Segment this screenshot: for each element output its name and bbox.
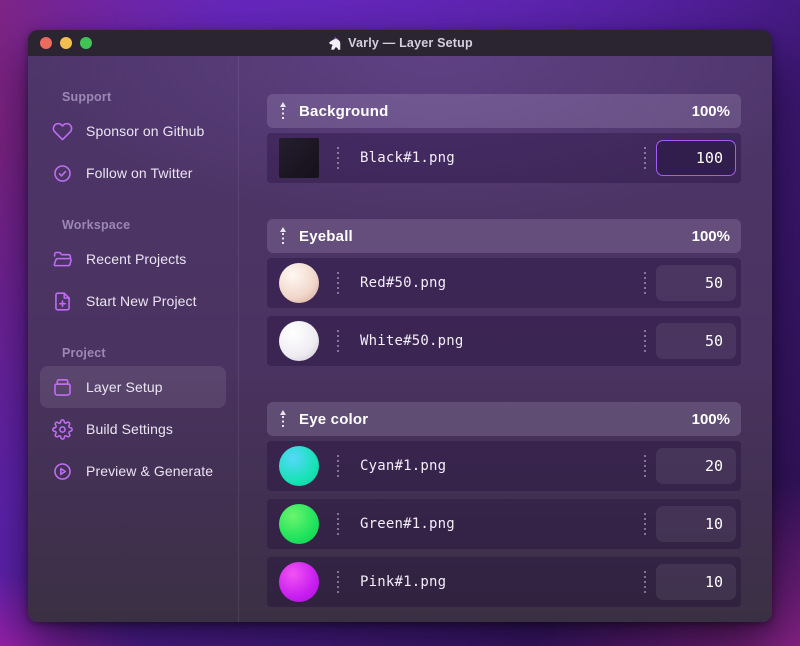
sidebar-item-sponsor-on-github[interactable]: Sponsor on Github: [40, 110, 226, 152]
layer-filename: Black#1.png: [360, 150, 455, 166]
layer-row-red-50-png[interactable]: Red#50.png: [267, 258, 741, 308]
file-plus-icon: [52, 291, 73, 312]
badge-check-icon: [52, 163, 73, 184]
sidebar-item-build-settings[interactable]: Build Settings: [40, 408, 226, 450]
close-window-button[interactable]: [40, 37, 52, 49]
layer-group-eye-color: Eye color 100% Cyan#1.png Green#1.png Pink#1…: [267, 402, 741, 607]
sidebar-section-label: Workspace: [62, 218, 131, 232]
sidebar-item-follow-on-twitter[interactable]: Follow on Twitter: [40, 152, 226, 194]
sidebar-section: Workspace Recent Projects Start New Projec…: [40, 218, 226, 322]
drag-handle-icon[interactable]: [278, 226, 288, 246]
layer-weight-input[interactable]: [656, 323, 736, 359]
layer-weight-input[interactable]: [656, 564, 736, 600]
separator-icon: [337, 272, 339, 294]
play-circle-icon: [52, 461, 73, 482]
layer-weight-input[interactable]: [656, 448, 736, 484]
sidebar-item-start-new-project[interactable]: Start New Project: [40, 280, 226, 322]
layer-row-green-1-png[interactable]: Green#1.png: [267, 499, 741, 549]
separator-icon: [644, 330, 646, 352]
layer-row-cyan-1-png[interactable]: Cyan#1.png: [267, 441, 741, 491]
folder-icon: [52, 249, 73, 270]
layer-thumbnail-red-50-png: [279, 263, 319, 303]
separator-icon: [644, 571, 646, 593]
separator-icon: [337, 147, 339, 169]
separator-icon: [337, 455, 339, 477]
layer-row-black-1-png[interactable]: Black#1.png: [267, 133, 741, 183]
zoom-window-button[interactable]: [80, 37, 92, 49]
sidebar-item-label: Recent Projects: [86, 251, 187, 267]
layer-group-eyeball: Eyeball 100% Red#50.png White#50.png: [267, 219, 741, 366]
sidebar-item-label: Follow on Twitter: [86, 165, 193, 181]
layer-filename: White#50.png: [360, 333, 464, 349]
separator-icon: [337, 513, 339, 535]
separator-icon: [644, 513, 646, 535]
unicorn-app-icon: [329, 36, 341, 50]
layer-group-name: Eye color: [299, 410, 369, 428]
sidebar-item-label: Sponsor on Github: [86, 123, 205, 139]
sidebar-section: Support Sponsor on Github Follow on Twitte…: [40, 90, 226, 194]
sidebar-item-label: Build Settings: [86, 421, 174, 437]
layer-group-header[interactable]: Eye color 100%: [267, 402, 741, 436]
app-window: Varly — Layer Setup Support Sponsor on Gi…: [28, 30, 772, 622]
layer-group-background: Background 100% Black#1.png: [267, 94, 741, 183]
sidebar-section-label: Support: [62, 90, 112, 104]
layer-row-pink-1-png[interactable]: Pink#1.png: [267, 557, 741, 607]
sidebar-section: Project Layer Setup Build Settings Preview …: [40, 346, 226, 492]
layers-archive-icon: [52, 377, 73, 398]
layer-filename: Cyan#1.png: [360, 458, 447, 474]
layer-group-weight: 100%: [691, 227, 730, 245]
gear-icon: [52, 418, 73, 440]
layer-group-weight: 100%: [691, 102, 730, 120]
sidebar-section-label: Project: [62, 346, 106, 360]
window-body: Support Sponsor on Github Follow on Twitte…: [28, 56, 772, 622]
sidebar-item-label: Preview & Generate: [86, 463, 214, 479]
layer-group-name: Eyeball: [299, 227, 353, 245]
separator-icon: [337, 330, 339, 352]
layer-filename: Green#1.png: [360, 516, 455, 532]
layer-group-header[interactable]: Eyeball 100%: [267, 219, 741, 253]
desktop-background: Varly — Layer Setup Support Sponsor on Gi…: [0, 0, 800, 646]
sidebar-item-label: Layer Setup: [86, 379, 163, 395]
titlebar: Varly — Layer Setup: [28, 30, 772, 56]
layer-thumbnail-black-1-png: [279, 138, 319, 178]
sidebar-item-recent-projects[interactable]: Recent Projects: [40, 238, 226, 280]
layer-group-name: Background: [299, 102, 389, 120]
sidebar-item-label: Start New Project: [86, 293, 197, 309]
sidebar-item-layer-setup[interactable]: Layer Setup: [40, 366, 226, 408]
heart-icon: [52, 121, 73, 142]
drag-handle-icon[interactable]: [278, 101, 288, 121]
separator-icon: [644, 455, 646, 477]
drag-handle-icon[interactable]: [278, 409, 288, 429]
window-title-area: Varly — Layer Setup: [327, 36, 473, 51]
layer-thumbnail-pink-1-png: [279, 562, 319, 602]
layer-row-white-50-png[interactable]: White#50.png: [267, 316, 741, 366]
layer-filename: Pink#1.png: [360, 574, 447, 590]
layer-list: Background 100% Black#1.png Eyeball 100% Red#…: [239, 56, 772, 622]
layer-filename: Red#50.png: [360, 275, 447, 291]
layer-group-header[interactable]: Background 100%: [267, 94, 741, 128]
sidebar-nav: Support Sponsor on Github Follow on Twitte…: [28, 56, 239, 622]
separator-icon: [644, 272, 646, 294]
layer-weight-input[interactable]: [656, 265, 736, 301]
separator-icon: [644, 147, 646, 169]
layer-thumbnail-cyan-1-png: [279, 446, 319, 486]
layer-group-weight: 100%: [691, 410, 730, 428]
layer-thumbnail-green-1-png: [279, 504, 319, 544]
layer-thumbnail-white-50-png: [279, 321, 319, 361]
layer-weight-input[interactable]: [656, 140, 736, 176]
layer-weight-input[interactable]: [656, 506, 736, 542]
window-title: Varly — Layer Setup: [348, 36, 473, 50]
window-controls: [40, 30, 92, 56]
separator-icon: [337, 571, 339, 593]
minimize-window-button[interactable]: [60, 37, 72, 49]
sidebar-item-preview-generate[interactable]: Preview & Generate: [40, 450, 226, 492]
